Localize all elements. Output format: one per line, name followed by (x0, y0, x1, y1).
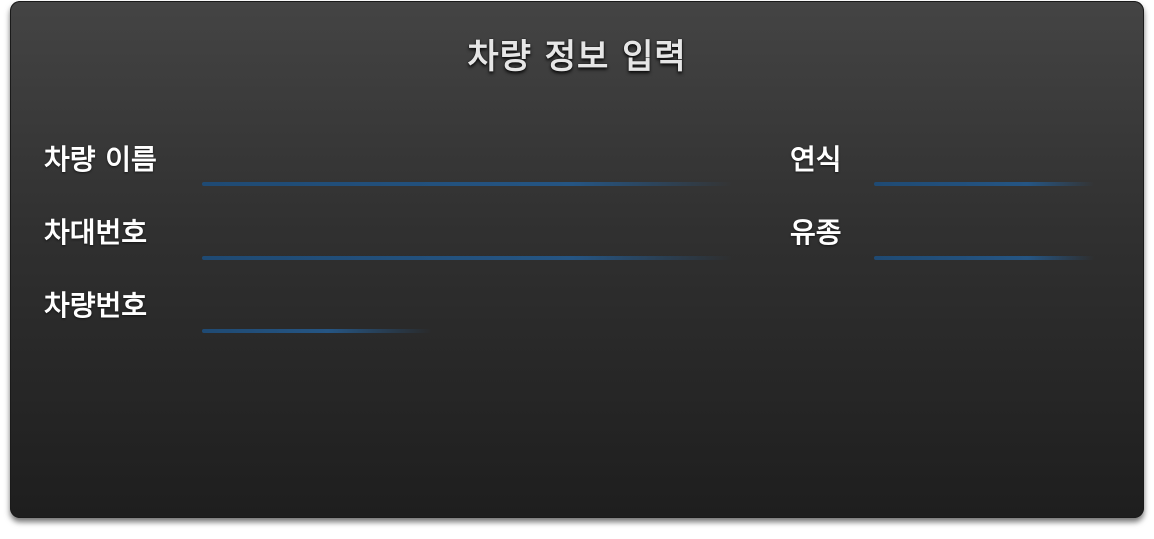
vehicle-name-field[interactable] (202, 151, 722, 177)
vehicle-name-underline (202, 182, 732, 186)
model-year-field[interactable] (874, 151, 1089, 177)
panel-title: 차량 정보 입력 (467, 37, 687, 77)
plate-number-field[interactable] (202, 298, 422, 324)
model-year-label: 연식 (790, 143, 842, 176)
vin-label: 차대번호 (44, 216, 148, 249)
fuel-type-label: 유종 (790, 216, 842, 249)
plate-number-label: 차량번호 (44, 289, 148, 322)
fuel-type-field[interactable] (874, 225, 1089, 251)
vin-field[interactable] (202, 225, 722, 251)
vehicle-info-panel: 차량 정보 입력 차량 이름 차대번호 차량번호 연식 유종 (10, 1, 1144, 518)
vin-underline (202, 256, 732, 260)
fuel-type-input[interactable] (874, 225, 1089, 251)
model-year-input[interactable] (874, 151, 1089, 177)
vin-input[interactable] (202, 225, 722, 251)
plate-number-underline (202, 329, 432, 333)
fuel-type-underline (874, 256, 1094, 260)
vehicle-name-input[interactable] (202, 151, 722, 177)
vehicle-name-label: 차량 이름 (44, 143, 157, 176)
model-year-underline (874, 182, 1094, 186)
plate-number-input[interactable] (202, 298, 422, 324)
